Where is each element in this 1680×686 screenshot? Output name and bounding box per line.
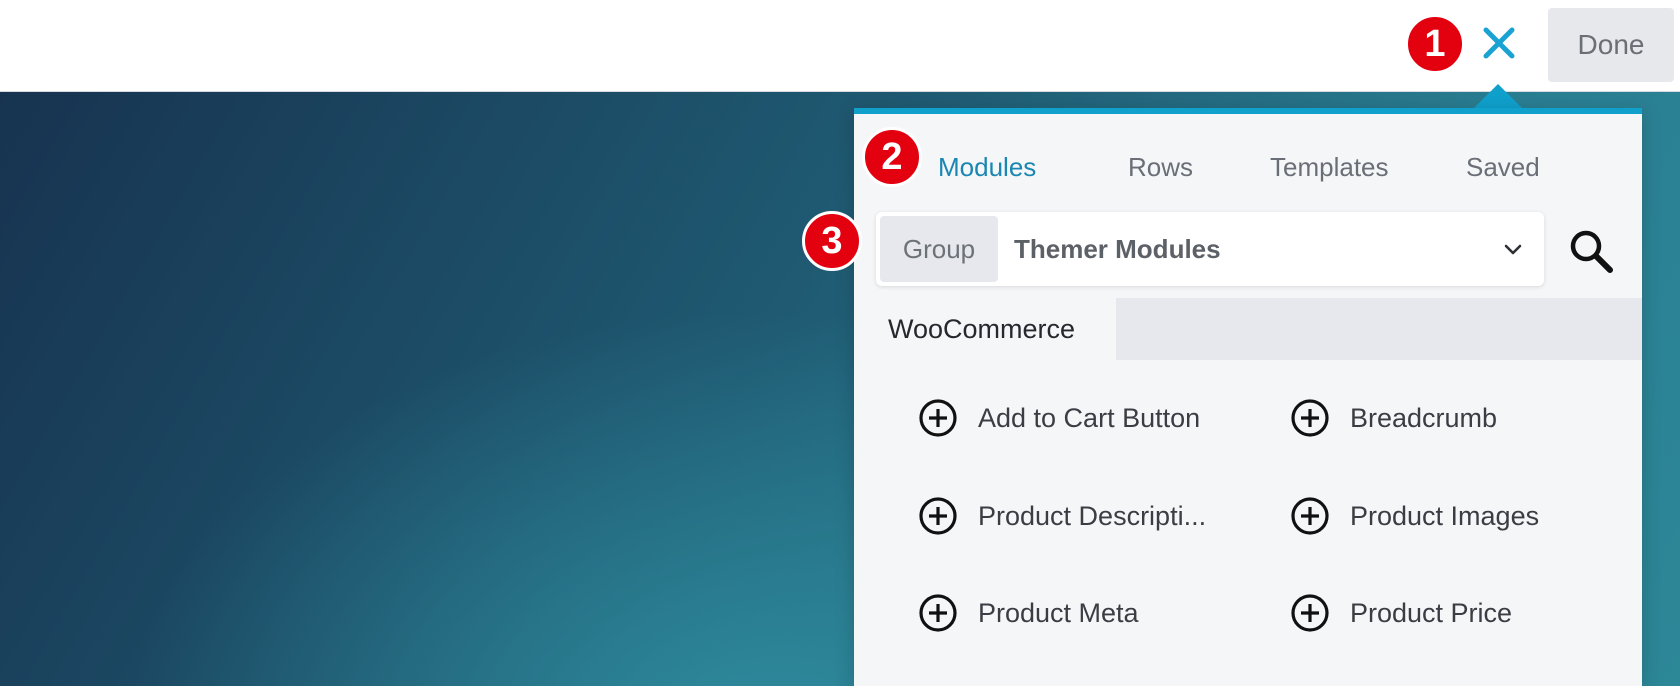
module-add-to-cart-button[interactable]: Add to Cart Button	[918, 396, 1200, 440]
done-button[interactable]: Done	[1548, 8, 1674, 82]
callout-badge-3: 3	[802, 211, 862, 271]
add-circle-icon	[919, 497, 957, 535]
search-button[interactable]	[1566, 226, 1616, 276]
content-panel: Modules Rows Templates Saved Group Theme…	[854, 108, 1642, 686]
close-button[interactable]	[1476, 20, 1522, 66]
add-circle-icon	[919, 399, 957, 437]
module-label: Product Meta	[978, 597, 1139, 628]
callout-badge-1: 1	[1405, 14, 1465, 74]
module-label: Product Images	[1350, 500, 1540, 531]
callout-badge-2: 2	[862, 127, 922, 187]
close-x-icon	[1483, 27, 1515, 59]
module-label: Breadcrumb	[1350, 402, 1498, 433]
group-filter: Group Themer Modules	[876, 212, 1544, 286]
panel-tabs: Modules Rows Templates Saved	[854, 114, 1642, 200]
add-circle-icon	[1291, 399, 1329, 437]
tab-rows[interactable]: Rows	[1128, 152, 1193, 183]
module-label: Product Descripti...	[978, 500, 1207, 531]
section-tab-woocommerce[interactable]: WooCommerce	[854, 298, 1116, 360]
module-label: Add to Cart Button	[978, 402, 1201, 433]
module-product-images[interactable]: Product Images	[1290, 494, 1539, 538]
tab-modules[interactable]: Modules	[938, 152, 1036, 183]
module-product-description[interactable]: Product Descripti...	[918, 494, 1206, 538]
module-product-meta[interactable]: Product Meta	[918, 591, 1139, 635]
search-icon	[1570, 230, 1613, 273]
add-circle-icon	[1291, 497, 1329, 535]
add-circle-icon	[919, 594, 957, 632]
add-circle-icon	[1291, 594, 1329, 632]
group-label: Group	[880, 216, 998, 282]
module-label: Product Price	[1350, 597, 1513, 628]
module-product-price[interactable]: Product Price	[1290, 591, 1512, 635]
panel-pointer-arrow	[1474, 84, 1522, 108]
group-select[interactable]: Themer Modules	[1002, 212, 1544, 286]
tab-saved[interactable]: Saved	[1466, 152, 1540, 183]
group-select-value: Themer Modules	[1014, 234, 1221, 264]
tab-templates[interactable]: Templates	[1270, 152, 1389, 183]
section-tabs: WooCommerce	[854, 298, 1642, 360]
chevron-down-icon	[1504, 244, 1522, 255]
module-breadcrumb[interactable]: Breadcrumb	[1290, 396, 1497, 440]
